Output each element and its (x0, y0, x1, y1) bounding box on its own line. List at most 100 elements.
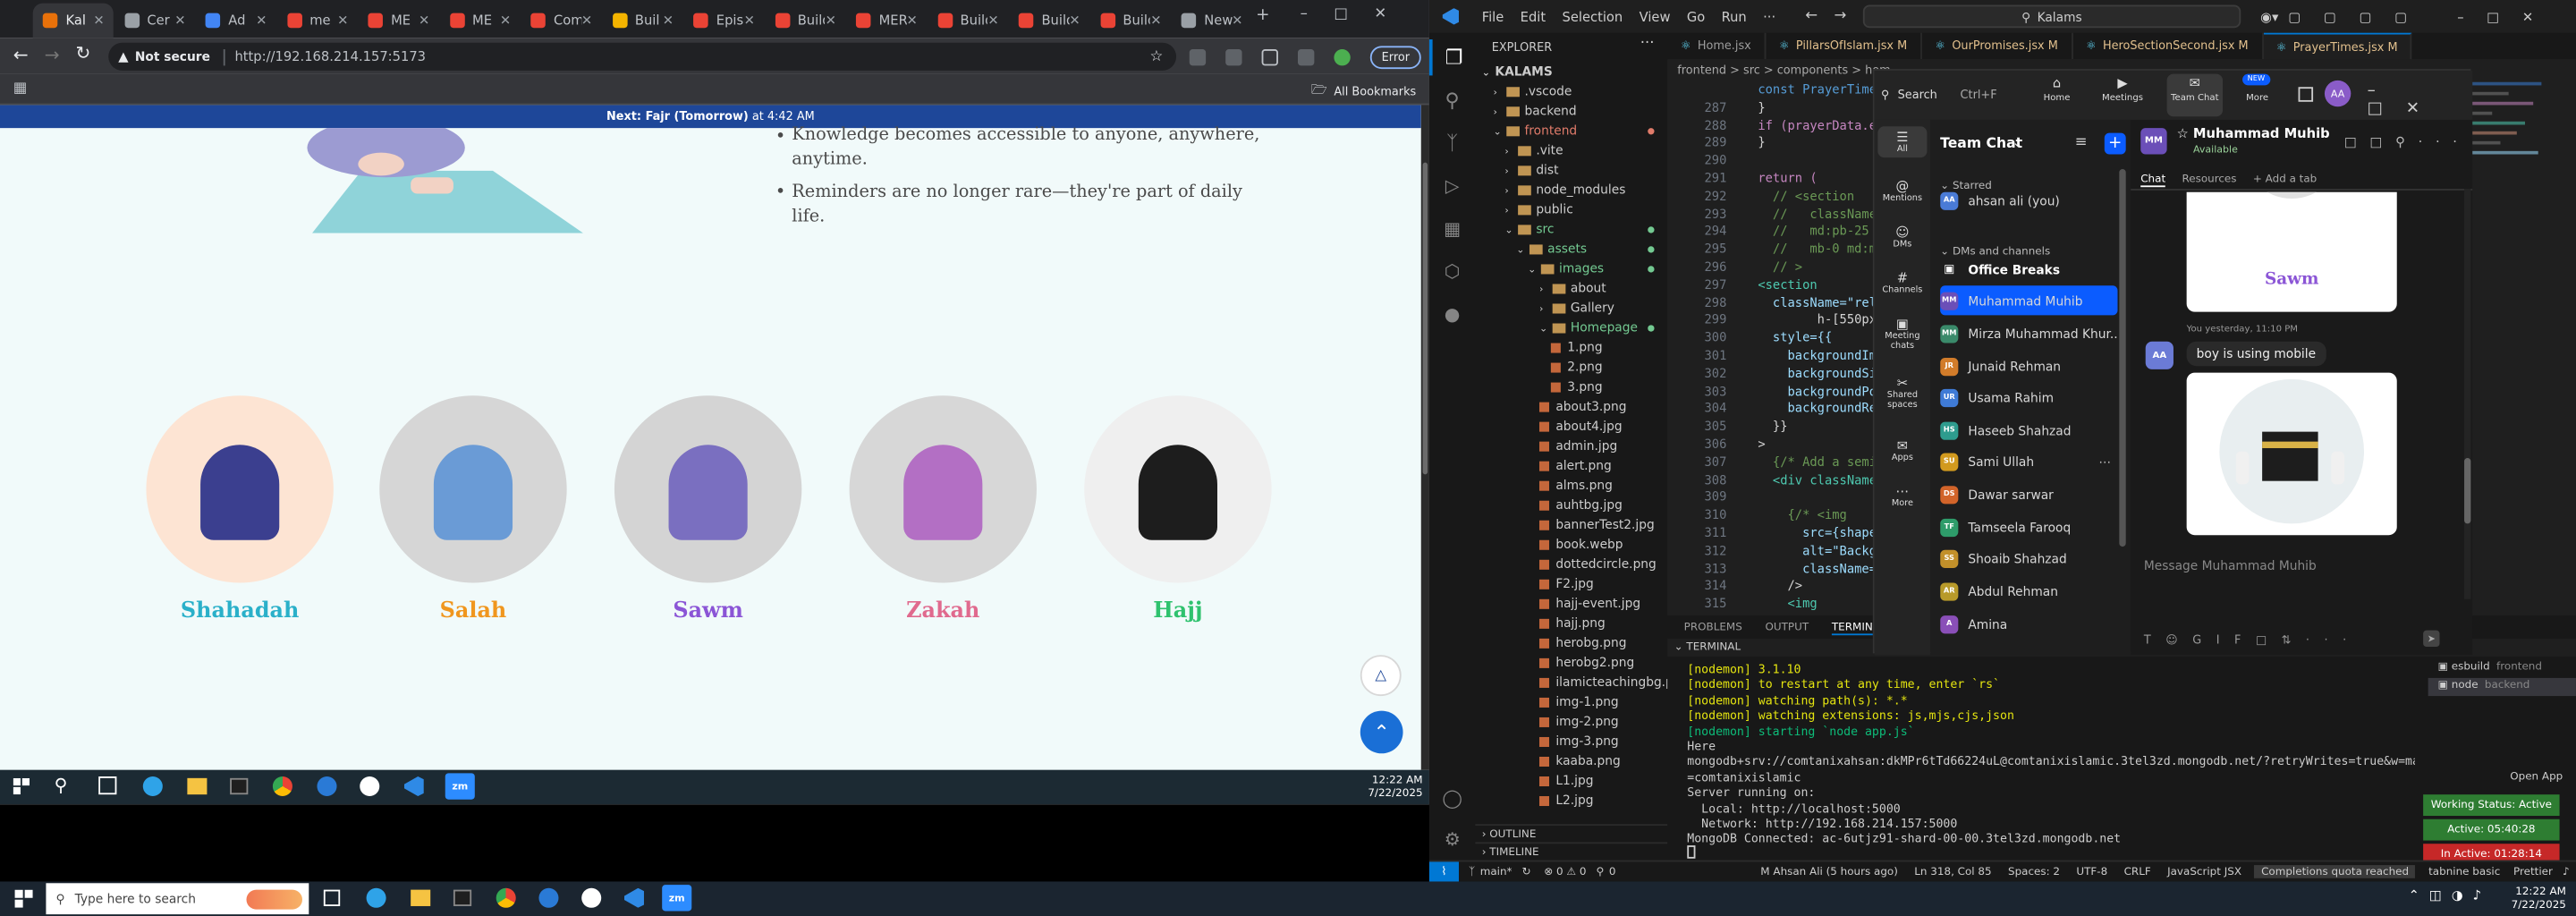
sidebar-item-dms[interactable]: ☺ DMs (1877, 225, 1927, 250)
timeline-section[interactable]: › TIMELINE (1475, 842, 1668, 860)
more-options-icon[interactable]: ⋯ (2098, 454, 2111, 469)
chat-list-item[interactable]: UR Usama Rahim (1940, 383, 2117, 412)
tab-close-icon[interactable]: ✕ (256, 13, 267, 29)
chat-list-item[interactable]: AA ahsan ali (you) (1940, 185, 2117, 215)
window-controls[interactable]: –□✕ (1301, 6, 1413, 22)
explorer-folder[interactable]: ⌄ assets (1475, 240, 1667, 259)
extension-icon[interactable] (1297, 48, 1315, 65)
all-bookmarks[interactable]: 🗁 All Bookmarks (1311, 81, 1416, 104)
compose-button[interactable]: + (2104, 132, 2126, 155)
task-view-icon[interactable] (323, 889, 341, 906)
page-scrollbar[interactable] (1420, 105, 1429, 770)
outline-section[interactable]: › OUTLINE (1475, 824, 1668, 842)
browser-tab[interactable]: ME ✕ (439, 4, 519, 38)
whiteboard-icon[interactable] (2298, 87, 2314, 102)
ports-count[interactable]: 0 (1609, 865, 1616, 878)
pillar-illustration[interactable] (849, 395, 1037, 583)
explorer-file[interactable]: L2.jpg (1475, 792, 1667, 811)
error-chip[interactable]: Error (1369, 45, 1421, 69)
extension-icon[interactable] (1189, 48, 1207, 65)
menu-item[interactable]: Edit (1521, 9, 1546, 24)
git-branch[interactable]: main* (1480, 865, 1513, 878)
tab-close-icon[interactable]: ✕ (663, 13, 674, 29)
explorer-folder[interactable]: ⌄ Homepage (1475, 318, 1667, 338)
bookmark-star-icon[interactable]: ☆ (1150, 48, 1164, 64)
sidebar-item-more[interactable]: ⋯ More (1877, 484, 1927, 509)
browser-tab[interactable]: Cer ✕ (114, 4, 194, 38)
tabnine-status[interactable]: tabnine basic (2428, 865, 2500, 878)
remote-icon[interactable]: ⌇ (1428, 861, 1459, 883)
store-icon[interactable] (230, 777, 249, 795)
filter-icon[interactable]: ≡ (2075, 134, 2088, 150)
zoom-icon[interactable]: zm (445, 773, 475, 800)
explorer-file[interactable]: 1.png (1475, 338, 1667, 358)
settings-gear-icon[interactable]: ⚙ (1429, 821, 1475, 857)
editor-tab[interactable]: ⚛ PillarsOfIslam.jsx M (1766, 32, 1922, 60)
browser-tab[interactable]: ME ✕ (358, 4, 437, 38)
apps-grid-icon[interactable]: ▦ (13, 81, 28, 97)
explorer-folder[interactable]: ⌄ src (1475, 220, 1667, 240)
address-bar[interactable]: ▲ Not secure http://192.168.214.157:5173… (108, 42, 1177, 71)
task-view-icon[interactable] (98, 776, 117, 795)
app-icon[interactable] (538, 887, 559, 908)
tab-close-icon[interactable]: ✕ (1069, 13, 1080, 29)
prettier-status[interactable]: Prettier (2513, 865, 2553, 878)
tab-close-icon[interactable]: ✕ (1150, 13, 1161, 29)
search-icon[interactable]: ⚲ (55, 775, 68, 796)
sidebar-item-meeting-chats[interactable]: ▣ Meeting chats (1877, 317, 1927, 352)
sidebar-item-shared-spaces[interactable]: ✂ Shared spaces (1877, 376, 1927, 411)
zoom-nav-team-chat[interactable]: ✉ Team Chat (2166, 73, 2224, 117)
vscode-icon[interactable] (403, 776, 424, 797)
explorer-folder[interactable]: ⌄ frontend (1475, 122, 1667, 141)
explorer-file[interactable]: about4.jpg (1475, 417, 1667, 437)
search-icon[interactable]: ⚲ (1429, 82, 1475, 118)
explorer-file[interactable]: book.webp (1475, 535, 1667, 555)
leaf-icon[interactable]: ● (1429, 295, 1475, 331)
composer-toolbar[interactable]: T☺GIF□⇅··· (2144, 633, 2361, 647)
nav-forward-icon[interactable]: → (1834, 8, 1846, 24)
explorer-folder[interactable]: › .vite (1475, 141, 1667, 161)
profile-avatar[interactable] (1334, 48, 1351, 65)
editor-tab[interactable]: ⚛ OurPromises.jsx M (1921, 32, 2073, 60)
sync-icon[interactable]: ↻ (1522, 865, 1531, 878)
chat-tab[interactable]: + Add a tab (2253, 173, 2317, 186)
explorer-file[interactable]: ilamicteachingbg.p... (1475, 673, 1667, 692)
scroll-to-top-button[interactable]: ⌃ (1360, 710, 1403, 754)
chat-scrollbar[interactable] (2464, 189, 2471, 599)
tab-close-icon[interactable]: ✕ (174, 13, 185, 29)
chat-list-item[interactable]: SS Shoaib Shahzad (1940, 543, 2117, 572)
explorer-folder[interactable]: › about (1475, 279, 1667, 299)
shared-image-hajj[interactable] (2186, 372, 2397, 536)
breadcrumb[interactable]: frontend > src > components > hom (1677, 64, 1890, 78)
file-explorer-icon[interactable] (187, 777, 208, 795)
chat-list-item[interactable]: JR Junaid Rehman (1940, 352, 2117, 381)
more-actions-icon[interactable]: ··· (1640, 36, 1655, 52)
github-icon[interactable] (581, 887, 602, 908)
explorer-folder[interactable]: › backend (1475, 102, 1667, 122)
extensions-icon[interactable]: ▦ (1429, 210, 1475, 246)
explorer-file[interactable]: L1.jpg (1475, 771, 1667, 791)
puzzle-icon[interactable] (1261, 48, 1278, 65)
app-icon[interactable] (317, 776, 337, 797)
browser-tab[interactable]: Comple✕ (521, 4, 600, 38)
tab-close-icon[interactable]: ✕ (337, 13, 348, 29)
store-icon[interactable] (453, 889, 472, 906)
chat-list-item[interactable]: MM Muhammad Muhib (1940, 285, 2118, 316)
language-mode[interactable]: JavaScript JSX (2167, 865, 2241, 878)
profile-avatar[interactable]: AA (2324, 80, 2351, 107)
open-app-link[interactable]: Open App (2415, 770, 2576, 784)
mosque-icon[interactable]: △ (1360, 655, 1402, 697)
zoom-nav-home[interactable]: ⌂ Home (2029, 74, 2084, 117)
explorer-folder[interactable]: › public (1475, 200, 1667, 220)
tab-close-icon[interactable]: ✕ (500, 13, 511, 29)
copilot-icon[interactable]: ◉▾ (2260, 9, 2278, 24)
encoding[interactable]: UTF-8 (2076, 865, 2107, 878)
browser-tab[interactable]: New Tab✕ (1172, 4, 1251, 38)
zoom-nav-meetings[interactable]: ▶ Meetings (2095, 74, 2150, 117)
new-tab-icon[interactable]: + (1256, 6, 1269, 24)
chat-tab[interactable]: Chat (2140, 172, 2166, 187)
panel-tab[interactable]: PROBLEMS (1684, 621, 1742, 634)
explorer-folder[interactable]: › .vscode (1475, 82, 1667, 102)
window-controls[interactable]: ▢▢▢▢ –□✕ (2288, 9, 2555, 24)
editor-tab[interactable]: ⚛ PrayerTimes.jsx M (2263, 32, 2413, 60)
